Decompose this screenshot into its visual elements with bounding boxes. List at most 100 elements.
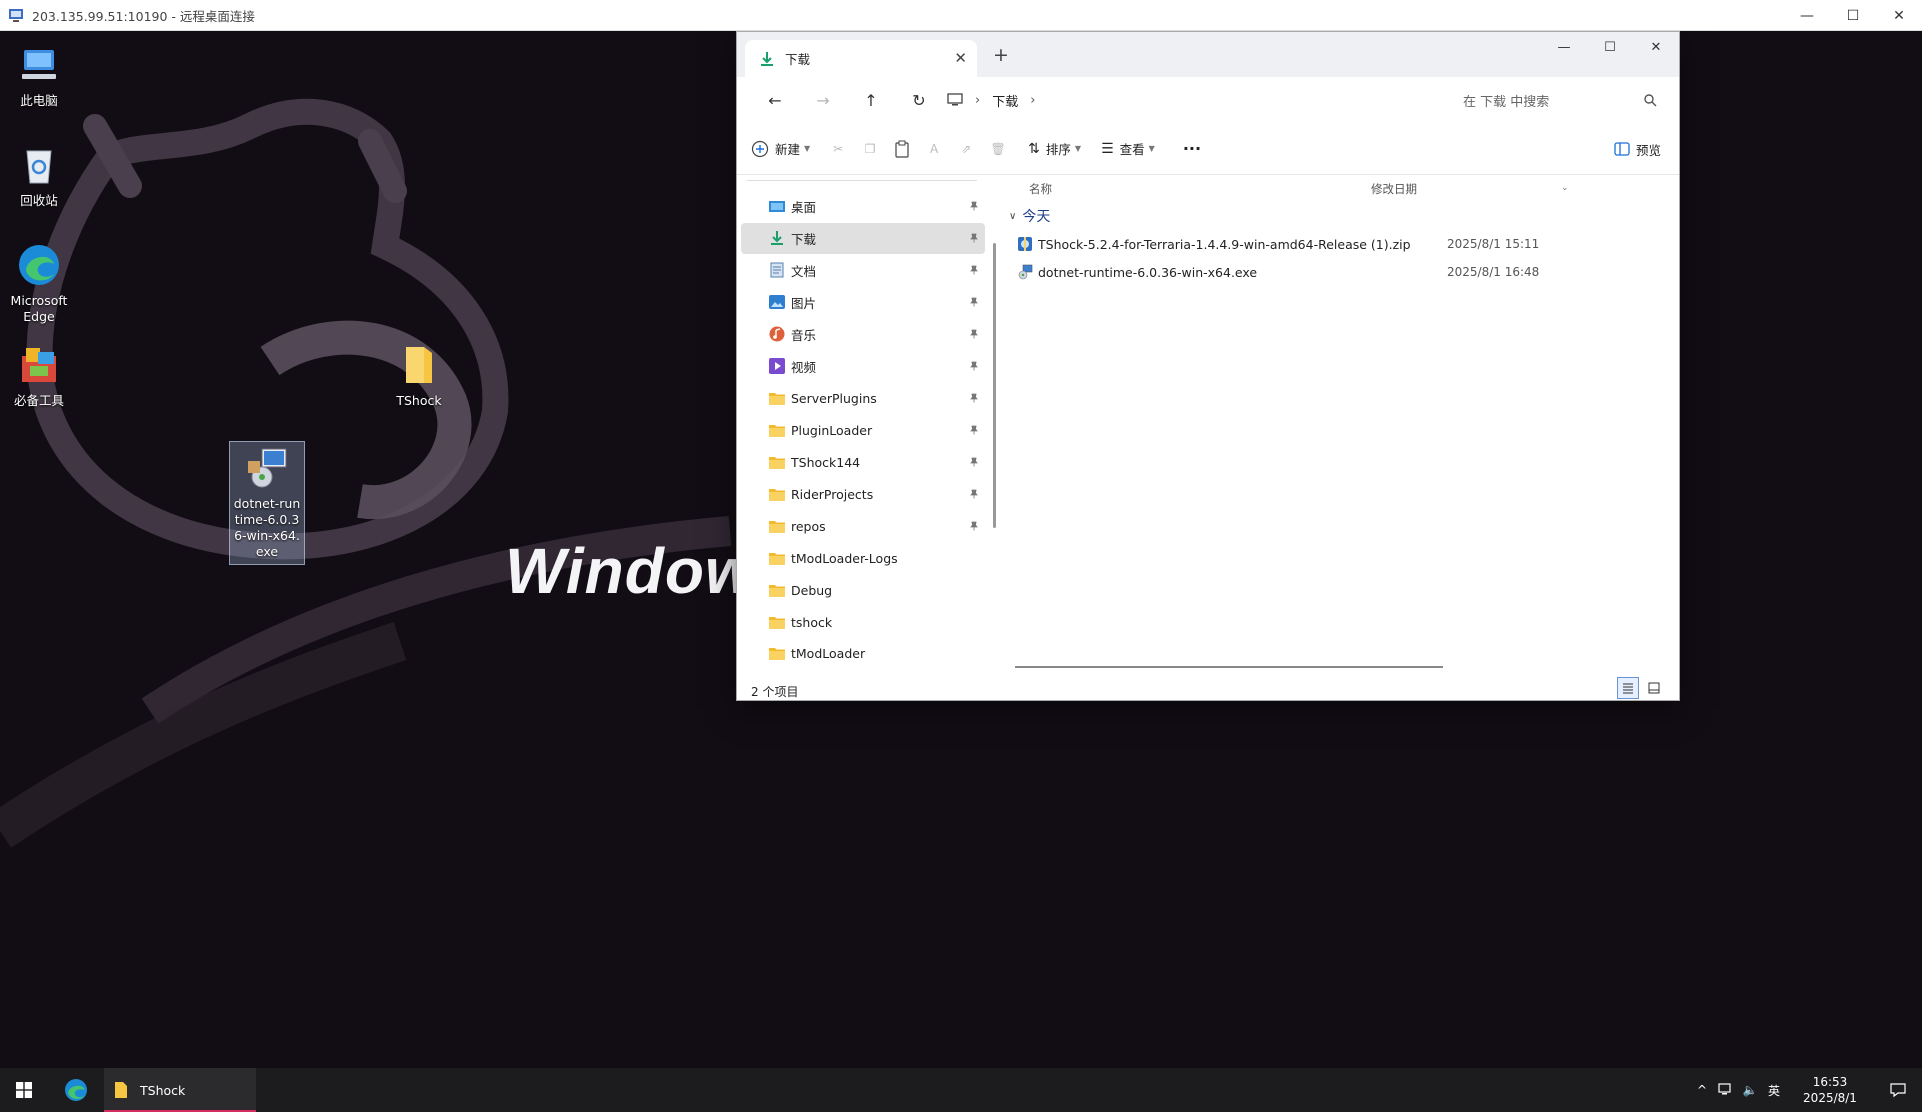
- sidebar-item[interactable]: 文档: [741, 255, 985, 286]
- details-view-button[interactable]: [1617, 677, 1639, 699]
- sidebar-item-label: tshock: [791, 614, 833, 630]
- desktop-icon-label: 回收站: [20, 193, 58, 208]
- sort-button[interactable]: ⇅ 排序 ▼: [1028, 132, 1081, 166]
- desktop-icon-toolbox[interactable]: 必备工具: [1, 341, 77, 409]
- desktop-icon-label: dotnet-runtime-6.0.36-win-x64.exe: [233, 496, 301, 559]
- minimize-button[interactable]: —: [1541, 32, 1587, 62]
- sidebar-item[interactable]: TShock144: [741, 447, 985, 478]
- copy-icon: ❐: [864, 141, 876, 156]
- up-button[interactable]: ↑: [847, 80, 895, 120]
- preview-pane-button[interactable]: 预览: [1614, 132, 1661, 166]
- group-label: 今天: [1022, 209, 1051, 225]
- taskbar-explorer-button[interactable]: TShock: [104, 1068, 256, 1112]
- rdp-close-button[interactable]: ✕: [1876, 0, 1922, 31]
- details-view-icon: [1623, 683, 1633, 694]
- tab-downloads[interactable]: 下载 ✕: [745, 40, 977, 77]
- navigation-pane: 桌面 下载 文档 图片 音乐 视频 ServerPlugins PluginLoader TSh…: [737, 175, 996, 681]
- search-box[interactable]: 在 下载 中搜索: [1455, 85, 1661, 115]
- copy-button[interactable]: ❐: [854, 132, 886, 166]
- show-hidden-icons-button[interactable]: ^: [1690, 1068, 1714, 1112]
- chevron-right-icon[interactable]: ›: [1030, 93, 1035, 108]
- share-button[interactable]: ⇗: [950, 132, 982, 166]
- sidebar-item[interactable]: repos: [741, 511, 985, 542]
- desktop-icon-edge[interactable]: Microsoft Edge: [1, 241, 77, 325]
- cut-button[interactable]: ✂: [822, 132, 854, 166]
- start-button[interactable]: [0, 1068, 48, 1112]
- chevron-down-icon: ▼: [804, 144, 811, 153]
- clock[interactable]: 16:53 2025/8/1: [1786, 1074, 1874, 1106]
- new-button[interactable]: 新建 ▼: [751, 132, 810, 166]
- maximize-button[interactable]: ☐: [1587, 32, 1633, 62]
- arrow-left-icon: ←: [768, 90, 782, 110]
- sidebar-item[interactable]: Debug: [741, 575, 985, 606]
- preview-label: 预览: [1635, 142, 1661, 158]
- folder-icon: [769, 550, 785, 566]
- column-header-name[interactable]: 名称: [1029, 175, 1052, 203]
- folder-icon: [769, 614, 785, 630]
- desktop-icon-label: 必备工具: [13, 393, 64, 408]
- sidebar-item[interactable]: tModLoader-Logs: [741, 543, 985, 574]
- file-row[interactable]: TShock-5.2.4-for-Terraria-1.4.4.9-win-am…: [1017, 231, 1657, 257]
- rename-icon: Ａ: [928, 142, 941, 156]
- volume-icon[interactable]: 🔈: [1738, 1068, 1762, 1112]
- tab-close-icon[interactable]: ✕: [954, 49, 967, 67]
- clock-date: 2025/8/1: [1803, 1091, 1857, 1105]
- sidebar-item[interactable]: ServerPlugins: [741, 383, 985, 414]
- network-icon[interactable]: [1714, 1068, 1738, 1112]
- search-icon: [1644, 94, 1657, 107]
- file-date: 2025/8/1 15:11: [1447, 237, 1540, 251]
- edge-icon: [65, 1079, 87, 1101]
- nav-scrollbar[interactable]: [993, 243, 996, 528]
- desktop[interactable]: Window 此电脑 回收站 Microsoft Edge 必备工具 TShoc…: [0, 31, 1922, 1068]
- refresh-icon: ↻: [912, 90, 926, 110]
- view-button[interactable]: ☰ 查看 ▼: [1101, 132, 1155, 166]
- back-button[interactable]: ←: [751, 80, 799, 120]
- refresh-button[interactable]: ↻: [895, 80, 943, 120]
- new-tab-button[interactable]: +: [993, 44, 1009, 66]
- group-header-today[interactable]: ∨ 今天: [1009, 203, 1050, 229]
- view-list-icon: ☰: [1101, 140, 1114, 157]
- close-button[interactable]: ✕: [1633, 32, 1679, 62]
- file-explorer-window: 下载 ✕ + — ☐ ✕ ← → ↑ ↻ › 下载 › 在 下载 中搜索 新建 …: [736, 31, 1680, 701]
- folder-icon: [769, 454, 785, 470]
- rdp-title-bar: 203.135.99.51:10190 - 远程桌面连接 — ☐ ✕: [0, 0, 1922, 31]
- paste-button[interactable]: [886, 132, 918, 166]
- forward-button[interactable]: →: [799, 80, 847, 120]
- clipboard-icon: [895, 140, 909, 158]
- sidebar-item[interactable]: 桌面: [741, 191, 985, 222]
- sidebar-item[interactable]: 图片: [741, 287, 985, 318]
- delete-button[interactable]: 🗑: [982, 132, 1014, 166]
- rdp-maximize-button[interactable]: ☐: [1830, 0, 1876, 31]
- sidebar-item[interactable]: tshock: [741, 607, 985, 638]
- chevron-right-icon: ›: [975, 92, 981, 108]
- tiles-view-button[interactable]: [1643, 677, 1665, 699]
- rename-button[interactable]: Ａ: [918, 132, 950, 166]
- file-row[interactable]: dotnet-runtime-6.0.36-win-x64.exe 2025/8/…: [1017, 259, 1657, 285]
- search-input[interactable]: 在 下载 中搜索: [1463, 91, 1549, 110]
- sidebar-item[interactable]: PluginLoader: [741, 415, 985, 446]
- desktop-icon-recycle-bin[interactable]: 回收站: [1, 141, 77, 209]
- chevron-down-icon: ▼: [1148, 144, 1155, 153]
- taskbar-edge-button[interactable]: [48, 1068, 104, 1112]
- desktop-icon-tshock-folder[interactable]: TShock: [381, 341, 457, 409]
- desktop-icon-dotnet-installer[interactable]: dotnet-runtime-6.0.36-win-x64.exe: [229, 441, 305, 565]
- notification-icon: [1890, 1083, 1906, 1098]
- sidebar-item[interactable]: 视频: [741, 351, 985, 382]
- rdp-minimize-button[interactable]: —: [1784, 0, 1830, 31]
- horizontal-scrollbar[interactable]: [1015, 666, 1443, 668]
- pin-icon: [969, 295, 979, 310]
- pin-icon: [969, 519, 979, 534]
- sort-chevron-icon: ⌄: [1561, 183, 1569, 193]
- ime-indicator[interactable]: 英: [1762, 1068, 1786, 1112]
- breadcrumb[interactable]: › 下载 ›: [947, 77, 1047, 123]
- sidebar-item[interactable]: RiderProjects: [741, 479, 985, 510]
- notification-center-button[interactable]: [1874, 1068, 1922, 1112]
- sidebar-item[interactable]: 下载: [741, 222, 985, 254]
- status-bar: 2 个项目: [737, 681, 1679, 701]
- desktop-icon-this-pc[interactable]: 此电脑: [1, 41, 77, 109]
- more-options-button[interactable]: ···: [1183, 132, 1201, 166]
- breadcrumb-current[interactable]: 下载: [992, 91, 1018, 110]
- column-header-date[interactable]: 修改日期: [1371, 175, 1417, 203]
- sidebar-item[interactable]: 音乐: [741, 319, 985, 350]
- sidebar-item[interactable]: tModLoader: [741, 638, 985, 669]
